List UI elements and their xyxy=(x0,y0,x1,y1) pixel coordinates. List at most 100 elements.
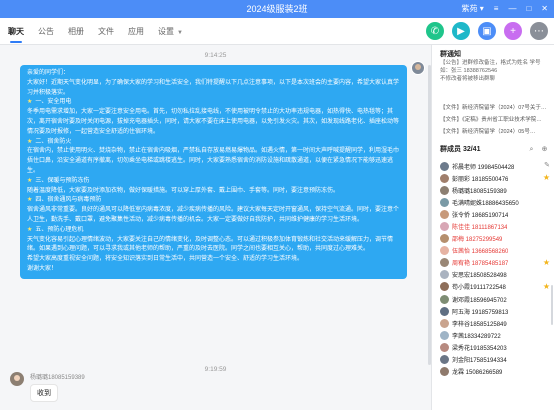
member-row[interactable]: 伍茜怡 13668568260 xyxy=(440,245,554,257)
star-icon: ★ xyxy=(27,226,33,233)
file-list: 【文件】新经济院留学（2024）07号关于… 【文件】《定稿》贵州省工职业技术学院… xyxy=(440,102,552,138)
avatar xyxy=(440,355,449,365)
avatar xyxy=(440,318,449,328)
star-icon: ★ xyxy=(27,99,33,106)
avatar xyxy=(440,234,449,244)
member-row[interactable]: 阿五海 19185759813 xyxy=(440,305,554,317)
tab-files[interactable]: 文件 xyxy=(98,18,114,45)
member-row[interactable]: 梁秀花19185354203 xyxy=(440,341,554,353)
member-name: 苟小霞19111722548 xyxy=(452,285,506,292)
section-heading-text: 二、宿舍防火 xyxy=(35,138,72,145)
member-name: 谢邓霞18596945702 xyxy=(452,297,507,304)
member-row[interactable]: 刘金阳17585194334 xyxy=(440,354,554,366)
menu-icon[interactable]: ≡ xyxy=(494,0,499,18)
tab-settings[interactable]: 设置 ▼ xyxy=(158,18,183,45)
tab-announcement[interactable]: 公告 xyxy=(38,18,54,45)
screen-share-icon[interactable]: ▣ xyxy=(478,22,496,40)
tab-actions: ✆ ▶ ▣ + ⋯ xyxy=(426,22,548,40)
member-row[interactable]: 陈佳佳 18111867134 xyxy=(440,220,554,232)
file-item[interactable]: 【文件】《定稿》贵州省工职业技术学院… xyxy=(440,114,552,126)
member-name: 伍茜怡 13668568260 xyxy=(452,249,509,256)
avatar xyxy=(440,197,449,207)
member-name: 李梓谷18585125849 xyxy=(452,321,507,328)
edit-icon[interactable]: ✎ xyxy=(544,161,550,171)
thanks-text: 谢谢大家！ xyxy=(27,265,58,272)
phone-icon[interactable]: ✆ xyxy=(426,22,444,40)
tab-announcement-label: 公告 xyxy=(38,27,54,36)
member-row[interactable]: 李茜18334289722 xyxy=(440,329,554,341)
notice-text[interactable]: 【公告】进群修改备注，格式为姓名 学号 如：张三 18388762546 不修改者将… xyxy=(440,59,552,83)
intro-text: 大家好！近期天气变化明显，为了确保大家的学习和生活安全，我们特提醒以下几点注意事… xyxy=(27,79,400,96)
avatar[interactable] xyxy=(411,61,425,75)
section-heading-text: 一、安全用电 xyxy=(35,99,72,106)
message-bubble[interactable]: 亲爱的同学们： 大家好！近期天气变化明显，为了确保大家的学习和生活安全，我们特提… xyxy=(20,65,407,279)
avatar[interactable] xyxy=(10,372,24,386)
avatar xyxy=(440,330,449,340)
member-row[interactable]: 周宥艳 18785485187 ★ xyxy=(440,257,554,269)
member-name: 李茜18334289722 xyxy=(452,333,501,340)
star-icon: ★ xyxy=(542,173,550,183)
panel-scrollbar[interactable] xyxy=(551,285,553,325)
member-name: 陈佳佳 18111867134 xyxy=(452,225,508,232)
minimize-icon[interactable]: — xyxy=(508,0,516,18)
file-item[interactable]: 【文件】新经济院留学（2024）07号关于… xyxy=(440,102,552,114)
notice-line: 如：张三 18388762546 xyxy=(440,68,498,74)
avatar xyxy=(440,342,449,352)
section-heading: ★ 五、预防心理危机 xyxy=(27,226,400,236)
section-heading: ★ 三、保暖与预防冻伤 xyxy=(27,177,400,187)
add-member-icon[interactable]: ⊕ xyxy=(540,145,549,154)
more-icon[interactable]: ⋯ xyxy=(530,22,548,40)
member-row[interactable]: 毛满晴妮姝18886435650 xyxy=(440,196,554,208)
tab-settings-label: 设置 xyxy=(158,27,174,36)
chat-area: 9:14:25 亲爱的同学们： 大家好！近期天气变化明显，为了确保大家的学习和生… xyxy=(0,45,431,410)
section-heading: ★ 四、宿舍通风与病毒预防 xyxy=(27,196,400,206)
member-row[interactable]: 邵梅 18275299549 xyxy=(440,233,554,245)
tab-album-label: 相册 xyxy=(68,27,84,36)
member-row[interactable]: 张令侨 18685190714 xyxy=(440,208,554,220)
member-name: 邵梅 18275299549 xyxy=(452,237,503,244)
member-row[interactable]: 彭丽彩 18185500476 ★ xyxy=(440,172,554,184)
tab-album[interactable]: 相册 xyxy=(68,18,84,45)
add-app-icon[interactable]: + xyxy=(504,22,522,40)
chevron-down-icon: ▼ xyxy=(177,30,183,36)
close-icon[interactable]: ✕ xyxy=(541,0,548,18)
avatar xyxy=(440,306,449,316)
member-name: 刘金阳17585194334 xyxy=(452,358,507,365)
user-menu[interactable]: 紫苑 ▾ xyxy=(462,0,484,18)
sender-name[interactable]: 杨璐璐18085159389 xyxy=(30,372,85,381)
message-timestamp: 9:14:25 xyxy=(204,52,227,59)
member-row[interactable]: 祁晨老师 19984504428 ✎ xyxy=(440,160,554,172)
star-icon: ★ xyxy=(27,138,33,145)
tab-chat[interactable]: 聊天 xyxy=(8,18,24,45)
tab-files-label: 文件 xyxy=(98,27,114,36)
avatar xyxy=(440,270,449,280)
tab-bar: 聊天 公告 相册 文件 应用 设置 ▼ ✆ ▶ ▣ + ⋯ xyxy=(0,18,554,45)
window-controls: 紫苑 ▾ ≡ — □ ✕ xyxy=(462,0,548,18)
member-row[interactable]: 杨璐璐18085159389 xyxy=(440,184,554,196)
maximize-icon[interactable]: □ xyxy=(526,0,531,18)
message-bubble[interactable]: 收到 xyxy=(30,384,58,402)
avatar xyxy=(440,185,449,195)
section-heading-text: 五、预防心理危机 xyxy=(35,226,84,233)
member-row[interactable]: 苟小霞19111722548 ★ xyxy=(440,281,554,293)
section-heading: ★ 二、宿舍防火 xyxy=(27,138,400,148)
member-row[interactable]: 李梓谷18585125849 xyxy=(440,317,554,329)
closing-text: 希望大家高度重视安全问题，将安全知识落实到日常生活中，共同营造一个安全、舒适的学… xyxy=(27,256,304,263)
search-icon[interactable]: ⌕ xyxy=(527,145,536,154)
notice-line: 【公告】进群修改备注，格式为姓名 学号 xyxy=(440,60,541,66)
avatar xyxy=(440,367,449,377)
member-row[interactable]: 谢邓霞18596945702 xyxy=(440,293,554,305)
greeting: 亲爱的同学们： xyxy=(27,70,70,76)
avatar xyxy=(440,258,449,268)
video-call-icon[interactable]: ▶ xyxy=(452,22,470,40)
file-item[interactable]: 【文件】新经济院留学（2024）05号… xyxy=(440,126,552,138)
tab-apps[interactable]: 应用 xyxy=(128,18,144,45)
section-body: 天气变化容易引起心理情绪波动，大家要关注自己的情绪变化，及时调整心态。可以通过积… xyxy=(27,236,394,253)
section-heading: ★ 一、安全用电 xyxy=(27,98,400,108)
member-name: 彭丽彩 18185500476 xyxy=(452,176,509,183)
announcement-message[interactable]: 亲爱的同学们： 大家好！近期天气变化明显，为了确保大家的学习和生活安全，我们特提… xyxy=(20,65,407,279)
section-body: 冬季用电需求增加，大家一定要注意安全用电。首先，切勿私拉乱接电线，不使用被明令禁… xyxy=(27,109,400,135)
member-row[interactable]: 龙霖 15086266589 xyxy=(440,366,554,378)
members-header: 群成员 32/41 ⌕ ⊕ xyxy=(440,140,552,158)
member-row[interactable]: 安思宏18508528498 xyxy=(440,269,554,281)
